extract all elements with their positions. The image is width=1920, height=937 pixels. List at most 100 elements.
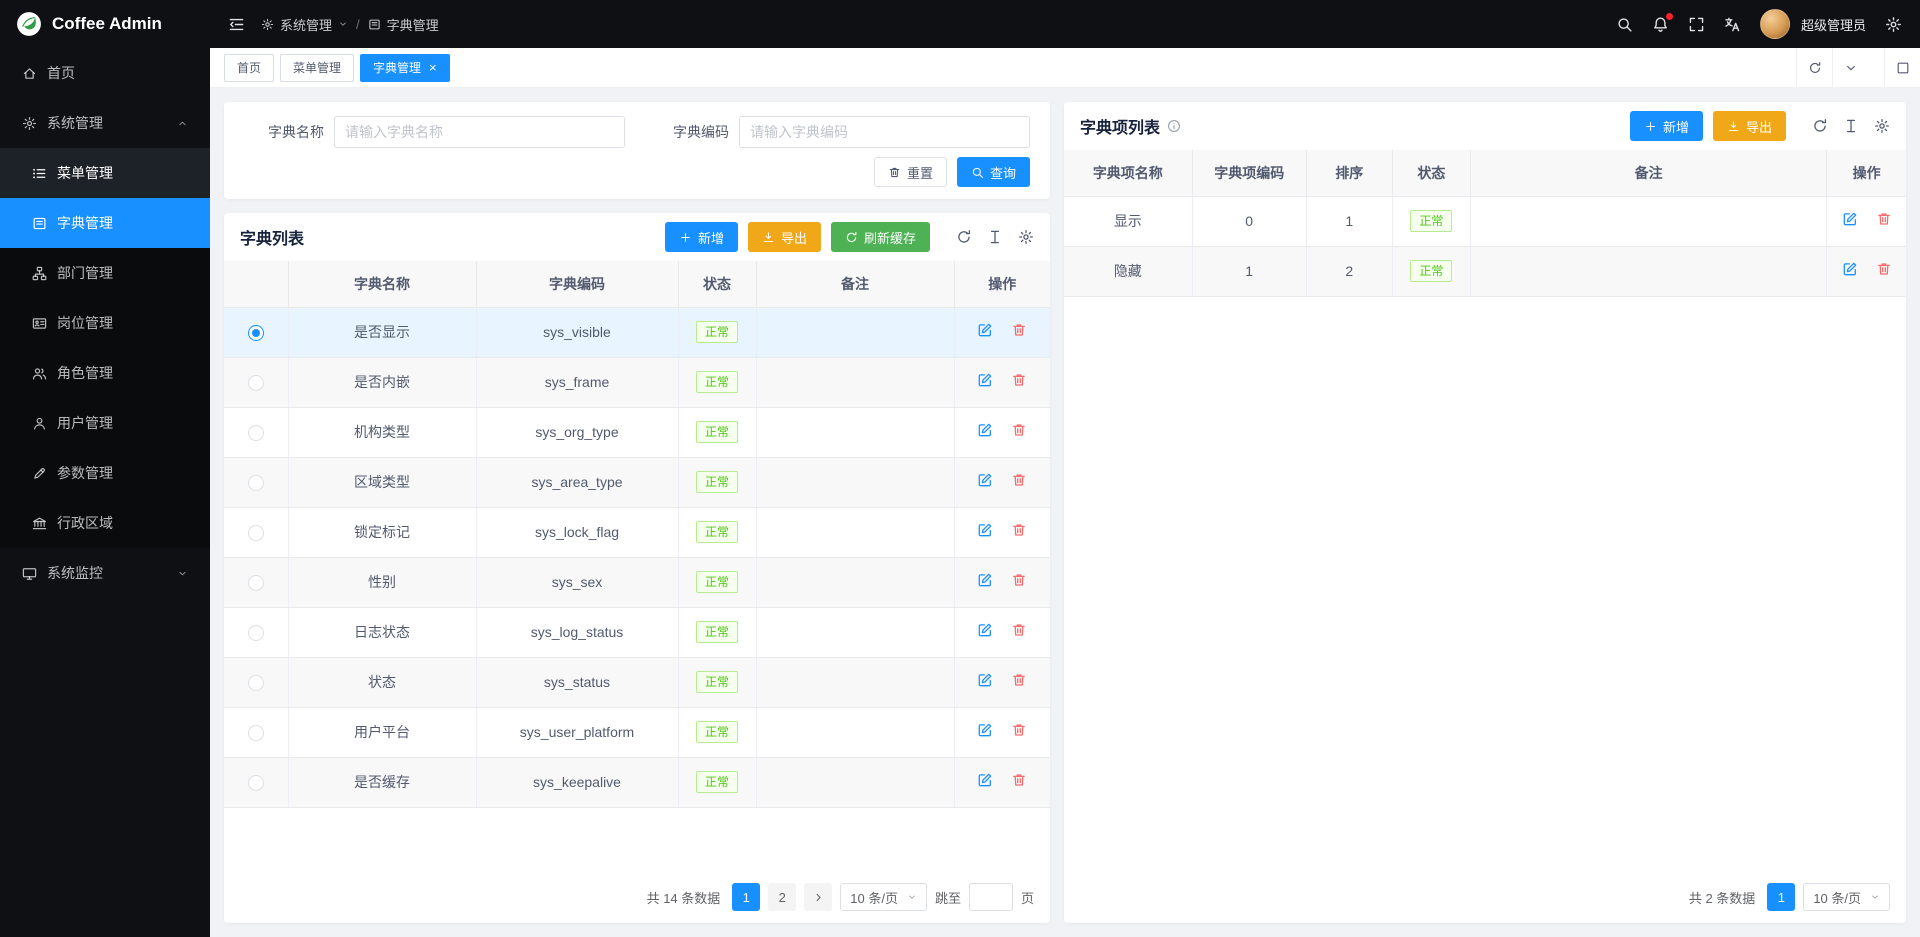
add-dict-item-button[interactable]: 新增 xyxy=(1630,111,1703,141)
user-avatar[interactable] xyxy=(1760,9,1790,39)
dict-row-sys_status[interactable]: 状态sys_status正常 xyxy=(224,657,1050,707)
delete-button[interactable] xyxy=(1011,725,1027,742)
dict-page-2[interactable]: 2 xyxy=(768,883,796,911)
dict-row-sys_keepalive[interactable]: 是否缓存sys_keepalive正常 xyxy=(224,757,1050,807)
collapse-sidebar-icon[interactable] xyxy=(228,16,245,33)
edit-button[interactable] xyxy=(977,425,993,442)
row-radio[interactable] xyxy=(248,375,264,391)
dict-row-sys_org_type[interactable]: 机构类型sys_org_type正常 xyxy=(224,407,1050,457)
sidebar-item-home[interactable]: 首页 xyxy=(0,48,210,98)
refresh-cache-button[interactable]: 刷新缓存 xyxy=(831,222,930,252)
app-logo[interactable]: Coffee Admin xyxy=(0,0,210,48)
dict-name-cell: 是否显示 xyxy=(288,307,476,357)
fullscreen-icon[interactable] xyxy=(1688,16,1705,33)
delete-button[interactable] xyxy=(1011,675,1027,692)
edit-button[interactable] xyxy=(977,675,993,692)
sidebar-group-system-mgmt[interactable]: 系统管理 xyxy=(0,98,210,148)
delete-button[interactable] xyxy=(1011,775,1027,792)
sidebar-item-user-mgmt[interactable]: 用户管理 xyxy=(0,398,210,448)
delete-button[interactable] xyxy=(1876,264,1892,281)
row-radio[interactable] xyxy=(248,575,264,591)
dict-jump-input[interactable] xyxy=(969,883,1013,911)
row-radio[interactable] xyxy=(248,525,264,541)
dict-row-sys_lock_flag[interactable]: 锁定标记sys_lock_flag正常 xyxy=(224,507,1050,557)
delete-button[interactable] xyxy=(1011,425,1027,442)
row-radio[interactable] xyxy=(248,725,264,741)
query-button[interactable]: 查询 xyxy=(957,157,1030,187)
delete-button[interactable] xyxy=(1011,375,1027,392)
edit-button[interactable] xyxy=(977,525,993,542)
edit-button[interactable] xyxy=(977,725,993,742)
row-radio[interactable] xyxy=(248,675,264,691)
dict-name-input[interactable] xyxy=(334,116,625,148)
username[interactable]: 超级管理员 xyxy=(1801,15,1866,34)
edit-button[interactable] xyxy=(977,775,993,792)
export-dict-item-button[interactable]: 导出 xyxy=(1713,111,1786,141)
gear-icon[interactable] xyxy=(1018,229,1034,245)
edit-button[interactable] xyxy=(977,575,993,592)
app-root: Coffee Admin 首页系统管理菜单管理字典管理部门管理岗位管理角色管理用… xyxy=(0,0,1920,937)
tab-home[interactable]: 首页 xyxy=(224,54,274,82)
row-radio[interactable] xyxy=(248,625,264,641)
dict-item-page-1[interactable]: 1 xyxy=(1767,883,1795,911)
info-icon[interactable] xyxy=(1167,119,1181,133)
translate-icon[interactable] xyxy=(1724,16,1741,33)
dict-page-size-select[interactable]: 10 条/页 xyxy=(840,883,927,911)
delete-button[interactable] xyxy=(1876,214,1892,231)
column-header: 字典项编码 xyxy=(1192,150,1306,196)
sidebar-item-dept-mgmt[interactable]: 部门管理 xyxy=(0,248,210,298)
add-dict-button[interactable]: 新增 xyxy=(665,222,738,252)
refresh-tab-button[interactable] xyxy=(1796,48,1832,87)
search-icon[interactable] xyxy=(1616,16,1633,33)
delete-button[interactable] xyxy=(1011,325,1027,342)
export-dict-button[interactable]: 导出 xyxy=(748,222,821,252)
delete-button[interactable] xyxy=(1011,525,1027,542)
dict-item-row-1[interactable]: 隐藏12正常 xyxy=(1064,246,1906,296)
tab-menu-mgmt[interactable]: 菜单管理 xyxy=(280,54,354,82)
delete-button[interactable] xyxy=(1011,575,1027,592)
edit-button[interactable] xyxy=(977,475,993,492)
edit-button[interactable] xyxy=(977,375,993,392)
row-radio[interactable] xyxy=(248,775,264,791)
sidebar-item-menu-mgmt[interactable]: 菜单管理 xyxy=(0,148,210,198)
refresh-icon[interactable] xyxy=(1812,118,1828,134)
edit-button[interactable] xyxy=(977,625,993,642)
reset-button[interactable]: 重置 xyxy=(874,157,947,187)
sidebar-item-region-mgmt[interactable]: 行政区域 xyxy=(0,498,210,548)
column-height-icon[interactable] xyxy=(987,229,1003,245)
row-radio[interactable] xyxy=(248,425,264,441)
dict-row-sys_sex[interactable]: 性别sys_sex正常 xyxy=(224,557,1050,607)
dict-page-1[interactable]: 1 xyxy=(732,883,760,911)
column-height-icon[interactable] xyxy=(1843,118,1859,134)
settings-gear-icon[interactable] xyxy=(1885,16,1902,33)
tab-dict-mgmt[interactable]: 字典管理× xyxy=(360,54,450,82)
dict-code-input[interactable] xyxy=(739,116,1030,148)
breadcrumb-system-mgmt[interactable]: 系统管理 xyxy=(261,15,348,34)
delete-button[interactable] xyxy=(1011,625,1027,642)
tab-options-button[interactable] xyxy=(1832,48,1868,87)
edit-button[interactable] xyxy=(977,325,993,342)
dict-next-page-button[interactable] xyxy=(804,883,832,911)
sidebar-item-dict-mgmt[interactable]: 字典管理 xyxy=(0,198,210,248)
edit-button[interactable] xyxy=(1842,214,1858,231)
dict-row-sys_area_type[interactable]: 区域类型sys_area_type正常 xyxy=(224,457,1050,507)
sidebar-group-system-monitor[interactable]: 系统监控 xyxy=(0,548,210,598)
dict-item-row-0[interactable]: 显示01正常 xyxy=(1064,196,1906,246)
sidebar-item-post-mgmt[interactable]: 岗位管理 xyxy=(0,298,210,348)
delete-button[interactable] xyxy=(1011,475,1027,492)
sidebar-item-param-mgmt[interactable]: 参数管理 xyxy=(0,448,210,498)
content-fullscreen-button[interactable] xyxy=(1884,48,1920,87)
dict-row-sys_user_platform[interactable]: 用户平台sys_user_platform正常 xyxy=(224,707,1050,757)
sidebar-item-role-mgmt[interactable]: 角色管理 xyxy=(0,348,210,398)
row-radio[interactable] xyxy=(248,475,264,491)
dict-row-sys_frame[interactable]: 是否内嵌sys_frame正常 xyxy=(224,357,1050,407)
dict-row-sys_visible[interactable]: 是否显示sys_visible正常 xyxy=(224,307,1050,357)
close-icon[interactable]: × xyxy=(429,61,437,74)
dict-item-page-size-select[interactable]: 10 条/页 xyxy=(1803,883,1890,911)
refresh-icon[interactable] xyxy=(956,229,972,245)
row-radio[interactable] xyxy=(248,325,264,341)
edit-button[interactable] xyxy=(1842,264,1858,281)
dict-row-sys_log_status[interactable]: 日志状态sys_log_status正常 xyxy=(224,607,1050,657)
gear-icon[interactable] xyxy=(1874,118,1890,134)
notifications-button[interactable] xyxy=(1652,16,1669,33)
